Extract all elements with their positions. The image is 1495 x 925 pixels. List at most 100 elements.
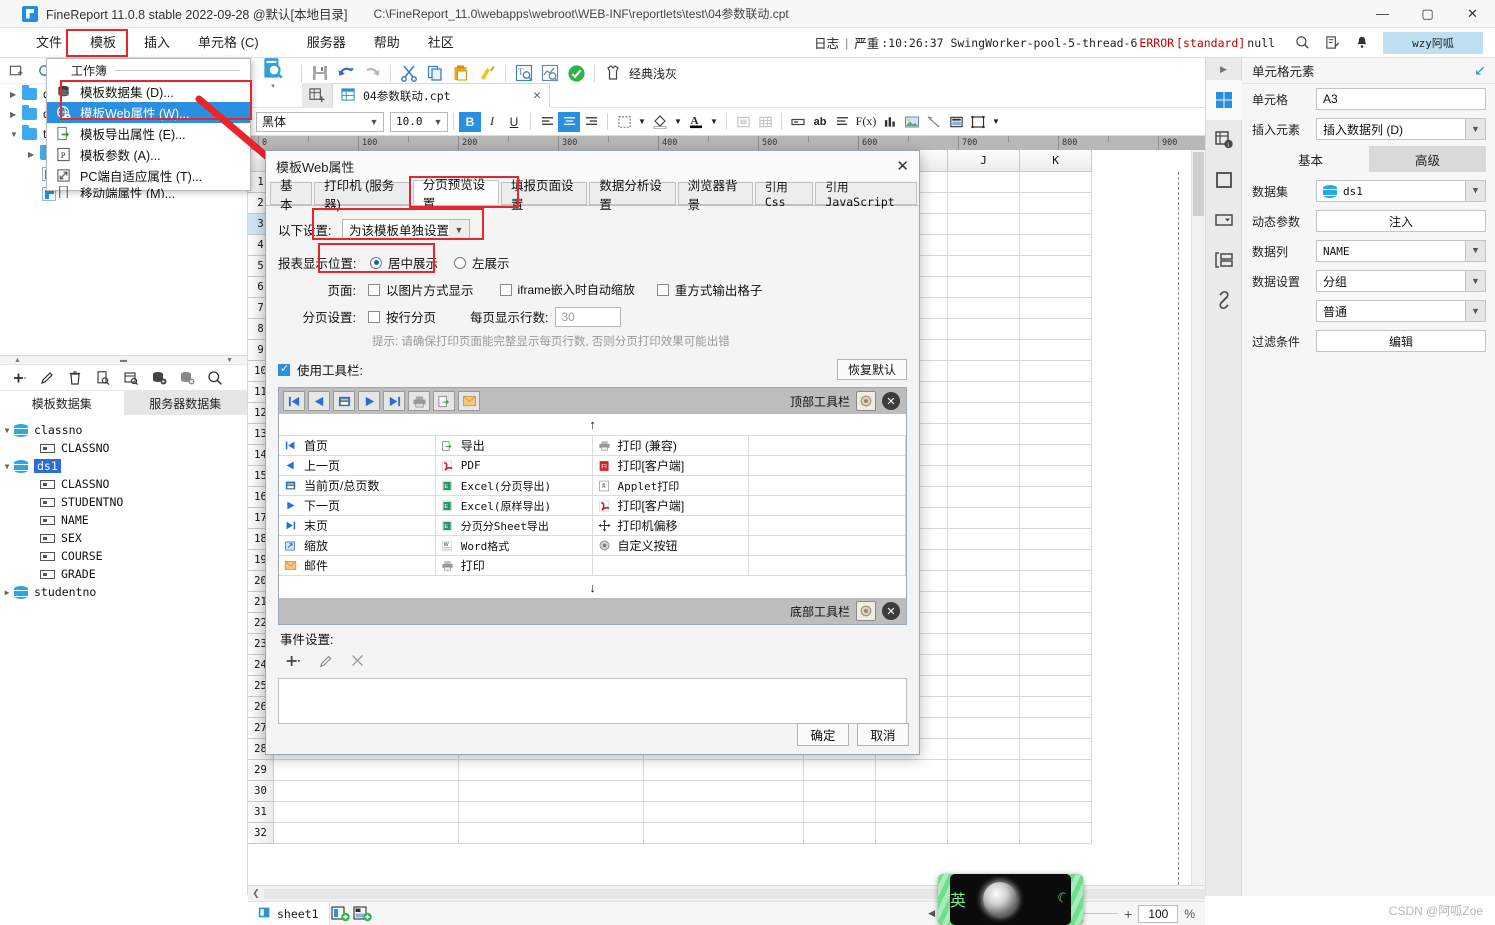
chevron-down-icon[interactable]: ▼ — [10, 130, 22, 139]
theme-label[interactable]: 经典浅灰 — [629, 65, 677, 82]
chevron-down-icon[interactable]: ▼ — [635, 112, 649, 132]
tab-browser-background[interactable]: 浏览器背景 — [678, 182, 753, 205]
chevron-right-icon[interactable]: ▶ — [10, 110, 22, 119]
tab-server-dataset[interactable]: 服务器数据集 — [124, 391, 248, 415]
cell[interactable] — [1020, 760, 1092, 781]
tab-template-dataset[interactable]: 模板数据集 — [0, 391, 124, 415]
sheet-tab-sheet1[interactable]: sheet1 — [248, 902, 330, 925]
next-page-icon[interactable] — [358, 391, 380, 411]
cell[interactable] — [1020, 382, 1092, 403]
ok-button[interactable]: 确定 — [797, 723, 849, 746]
cell[interactable] — [1020, 298, 1092, 319]
cell[interactable] — [876, 823, 948, 844]
data-setting-select[interactable]: 分组 ▼ — [1316, 270, 1486, 292]
merge-cells-icon[interactable] — [732, 112, 754, 132]
cell[interactable] — [1020, 403, 1092, 424]
cell[interactable] — [948, 550, 1020, 571]
cell[interactable] — [876, 781, 948, 802]
cell[interactable] — [1020, 613, 1092, 634]
close-button[interactable]: ✕ — [1450, 0, 1495, 28]
add-frame-icon[interactable] — [352, 902, 374, 925]
cell[interactable] — [274, 802, 459, 823]
chart-icon[interactable] — [879, 112, 901, 132]
cell[interactable] — [1020, 508, 1092, 529]
cell[interactable] — [948, 529, 1020, 550]
dataset-column-course[interactable]: COURSE — [0, 547, 247, 565]
cell[interactable] — [1020, 802, 1092, 823]
frame-icon[interactable] — [967, 112, 989, 132]
tab-fill-page-settings[interactable]: 填报页面设置 — [501, 182, 587, 205]
sheet-vertical-scrollbar[interactable] — [1191, 150, 1205, 885]
formula-icon[interactable]: F(x) — [853, 112, 879, 132]
dataset-column-name[interactable]: NAME — [0, 511, 247, 529]
print-icon[interactable] — [408, 391, 430, 411]
insert-element-select[interactable]: 插入数据列 (D) ▼ — [1316, 118, 1486, 140]
cell[interactable] — [644, 823, 804, 844]
cell[interactable] — [1020, 634, 1092, 655]
edit-icon[interactable] — [318, 653, 334, 672]
cell[interactable] — [948, 613, 1020, 634]
cell[interactable] — [948, 487, 1020, 508]
splitter-grip-icon[interactable]: ▬ — [120, 357, 127, 364]
add-tab-icon[interactable] — [302, 83, 332, 108]
menu-item-server[interactable]: 服务器 — [293, 28, 360, 58]
cell[interactable] — [948, 760, 1020, 781]
add-sheet-icon[interactable] — [330, 902, 352, 925]
cell[interactable] — [948, 382, 1020, 403]
settings-scope-select[interactable]: 为该模板单独设置 ▼ — [342, 219, 470, 240]
maximize-button[interactable]: ▢ — [1405, 0, 1450, 28]
menu-item-template-export-attribute[interactable]: 模板导出属性 (E)... — [47, 123, 250, 144]
delete-icon[interactable] — [66, 369, 83, 386]
export-icon[interactable] — [433, 391, 455, 411]
new-folder-icon[interactable] — [8, 63, 24, 79]
cell[interactable] — [1020, 655, 1092, 676]
minimize-button[interactable]: — — [1360, 0, 1405, 28]
checkbox-paging-by-row[interactable] — [368, 311, 380, 323]
scrollbar-thumb[interactable] — [1193, 152, 1204, 216]
tab-advanced[interactable]: 高级 — [1369, 146, 1486, 172]
cell[interactable] — [1020, 277, 1092, 298]
gear-icon[interactable] — [856, 601, 876, 621]
dataset-select[interactable]: ds1 ▼ — [1316, 180, 1486, 202]
cell[interactable] — [948, 277, 1020, 298]
prev-page-icon[interactable] — [308, 391, 330, 411]
grid-cell-applet-print[interactable]: Applet打印 — [593, 476, 750, 496]
search-icon[interactable] — [206, 369, 223, 386]
cell[interactable] — [948, 634, 1020, 655]
dataset-column-studentno[interactable]: STUDENTNO — [0, 493, 247, 511]
chevron-down-icon[interactable]: ▼ — [671, 112, 685, 132]
column-header-K[interactable]: K — [1020, 150, 1092, 172]
chevron-down-icon[interactable]: ▼ — [1465, 301, 1485, 321]
grid-cell-printer-offset[interactable]: 打印机偏移 — [593, 516, 750, 536]
cell[interactable] — [948, 718, 1020, 739]
menu-item-template[interactable]: 模板 — [76, 28, 130, 58]
data-column-select[interactable]: NAME ▼ — [1316, 240, 1486, 262]
cell[interactable] — [948, 802, 1020, 823]
row-header-31[interactable]: 31 — [248, 802, 274, 823]
ime-overlay[interactable]: 英 ☾ — [938, 874, 1083, 925]
menu-item-community[interactable]: 社区 — [414, 28, 468, 58]
frame-icon[interactable] — [1206, 160, 1242, 200]
chevron-down-icon[interactable]: ▼ — [0, 462, 14, 471]
menu-item-template-web-attribute[interactable]: 模板Web属性 (W)... — [47, 102, 250, 123]
prev-icon[interactable]: ◀ — [928, 908, 935, 919]
data-setting-mode-select[interactable]: 普通 ▼ — [1316, 300, 1486, 322]
chevron-down-icon[interactable]: ▼ — [707, 112, 721, 132]
cell[interactable] — [948, 508, 1020, 529]
column-header-J[interactable]: J — [948, 150, 1020, 172]
underline-button[interactable]: U — [503, 112, 525, 132]
restore-default-button[interactable]: 恢复默认 — [837, 359, 907, 380]
cell[interactable] — [459, 823, 644, 844]
cell[interactable] — [948, 823, 1020, 844]
collapse-down-icon[interactable]: ▼ — [226, 357, 233, 364]
align-right-icon[interactable] — [580, 112, 602, 132]
chevron-right-icon[interactable]: ▶ — [0, 588, 14, 597]
layout-icon[interactable] — [1206, 240, 1242, 280]
checkbox-iframe-autoscale[interactable] — [500, 284, 512, 296]
expand-rail-icon[interactable]: ▶ — [1206, 58, 1241, 80]
cell[interactable] — [948, 445, 1020, 466]
dataset-column-sex[interactable]: SEX — [0, 529, 247, 547]
cell[interactable] — [644, 760, 804, 781]
font-color-icon[interactable]: A — [685, 112, 707, 132]
fill-color-icon[interactable] — [649, 112, 671, 132]
